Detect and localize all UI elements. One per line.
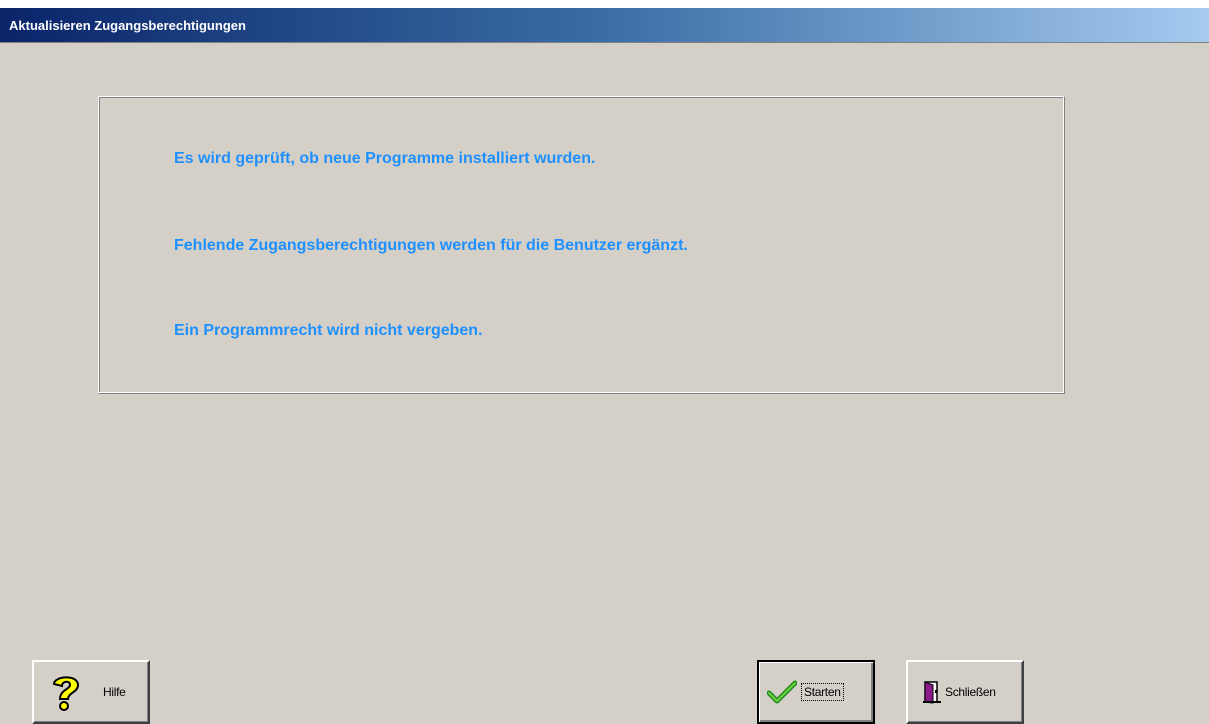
help-button[interactable]: Hilfe bbox=[32, 660, 150, 724]
info-panel: Es wird geprüft, ob neue Programme insta… bbox=[98, 96, 1065, 394]
title-bar: Aktualisieren Zugangsberechtigungen bbox=[0, 8, 1209, 43]
dialog-window: Aktualisieren Zugangsberechtigungen Es w… bbox=[0, 0, 1209, 724]
info-line-add: Fehlende Zugangsberechtigungen werden fü… bbox=[174, 237, 688, 254]
start-button-label: Starten bbox=[801, 683, 844, 701]
question-mark-icon bbox=[46, 672, 86, 712]
start-button[interactable]: Starten bbox=[757, 660, 875, 724]
checkmark-icon bbox=[766, 680, 798, 704]
info-line-no-right: Ein Programmrecht wird nicht vergeben. bbox=[174, 322, 483, 339]
top-edge bbox=[0, 0, 1209, 8]
help-button-label: Hilfe bbox=[103, 685, 126, 699]
close-button-label: Schließen bbox=[945, 685, 996, 699]
close-button[interactable]: Schließen bbox=[906, 660, 1024, 724]
info-line-check: Es wird geprüft, ob neue Programme insta… bbox=[174, 150, 596, 167]
window-title: Aktualisieren Zugangsberechtigungen bbox=[9, 18, 246, 33]
door-exit-icon bbox=[922, 680, 942, 704]
